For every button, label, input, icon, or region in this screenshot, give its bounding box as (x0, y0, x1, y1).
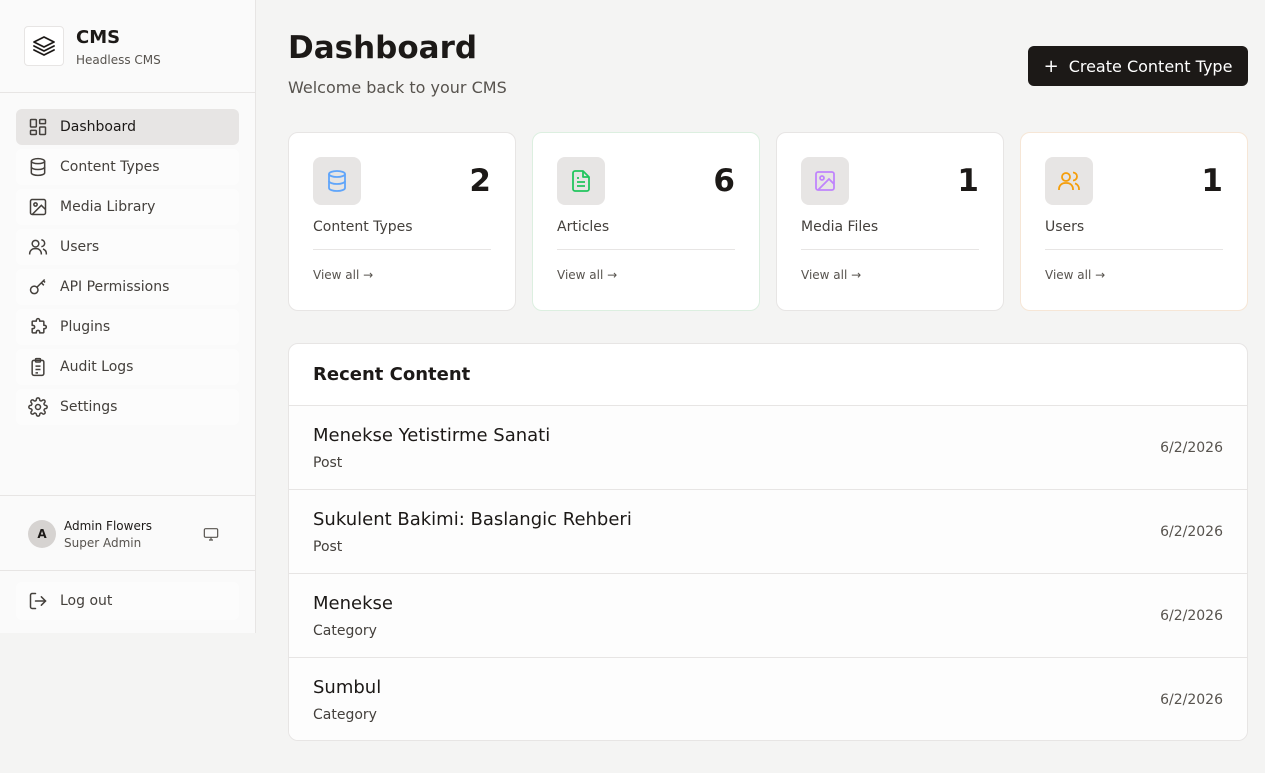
stat-value: 6 (713, 163, 735, 199)
puzzle-icon (28, 317, 48, 337)
sidebar-item-label: Users (60, 239, 100, 255)
sidebar-item-label: Dashboard (60, 119, 136, 135)
stat-card-content-types: 2 Content Types View all → (288, 132, 516, 311)
recent-content-title: Recent Content (313, 364, 471, 385)
list-item[interactable]: Sumbul Category 6/2/2026 (289, 658, 1247, 740)
layers-logo-icon (24, 26, 64, 66)
sidebar-nav: Dashboard Content Types Media Library Us… (16, 109, 239, 429)
dashboard-icon (28, 117, 48, 137)
user-profile: A Admin Flowers Super Admin (0, 495, 255, 571)
content-date: 6/2/2026 (1160, 524, 1223, 540)
monitor-icon[interactable] (201, 525, 221, 543)
plus-icon: + (1043, 55, 1059, 77)
sidebar-item-plugins[interactable]: Plugins (16, 309, 239, 345)
content-type: Post (313, 455, 343, 471)
create-button-label: Create Content Type (1068, 56, 1233, 76)
stat-label: Media Files (801, 219, 879, 235)
view-all-link[interactable]: View all → (1045, 268, 1105, 282)
brand-header: CMS Headless CMS (0, 0, 255, 93)
image-icon (28, 197, 48, 217)
sidebar-item-label: Content Types (60, 159, 160, 175)
stat-card-media-files: 1 Media Files View all → (776, 132, 1004, 311)
sidebar-item-label: Media Library (60, 199, 156, 215)
view-all-link[interactable]: View all → (557, 268, 617, 282)
content-type: Category (313, 623, 377, 639)
database-icon (313, 157, 361, 205)
create-content-type-button[interactable]: + Create Content Type (1028, 46, 1248, 86)
divider (1045, 249, 1223, 250)
stat-card-users: 1 Users View all → (1020, 132, 1248, 311)
list-item[interactable]: Menekse Yetistirme Sanati Post 6/2/2026 (289, 406, 1247, 490)
file-text-icon (557, 157, 605, 205)
list-item[interactable]: Menekse Category 6/2/2026 (289, 574, 1247, 658)
sidebar-item-label: Plugins (60, 319, 111, 335)
divider (557, 249, 735, 250)
sidebar-item-media-library[interactable]: Media Library (16, 189, 239, 225)
sidebar-item-users[interactable]: Users (16, 229, 239, 265)
sidebar-item-audit-logs[interactable]: Audit Logs (16, 349, 239, 385)
sidebar-item-label: Settings (60, 399, 118, 415)
content-date: 6/2/2026 (1160, 440, 1223, 456)
divider (313, 249, 491, 250)
stat-value: 1 (957, 163, 979, 199)
page-subtitle: Welcome back to your CMS (288, 78, 507, 97)
sidebar-item-label: API Permissions (60, 279, 170, 295)
view-all-link[interactable]: View all → (313, 268, 373, 282)
sidebar-item-settings[interactable]: Settings (16, 389, 239, 425)
content-title: Sumbul (313, 677, 382, 698)
users-icon (28, 237, 48, 257)
content-type: Post (313, 539, 343, 555)
view-all-link[interactable]: View all → (801, 268, 861, 282)
content-title: Menekse (313, 593, 393, 614)
brand-title: CMS (76, 27, 121, 48)
stat-card-articles: 6 Articles View all → (532, 132, 760, 311)
content-title: Sukulent Bakimi: Baslangic Rehberi (313, 509, 632, 530)
stat-value: 2 (469, 163, 491, 199)
user-name: Admin Flowers (64, 519, 153, 533)
image-icon (801, 157, 849, 205)
content-title: Menekse Yetistirme Sanati (313, 425, 551, 446)
content-type: Category (313, 707, 377, 723)
sidebar-item-api-permissions[interactable]: API Permissions (16, 269, 239, 305)
content-date: 6/2/2026 (1160, 608, 1223, 624)
stat-label: Content Types (313, 219, 413, 235)
recent-content-panel: Recent Content Menekse Yetistirme Sanati… (288, 343, 1248, 741)
key-icon (28, 277, 48, 297)
stat-label: Articles (557, 219, 610, 235)
logout-label: Log out (60, 593, 113, 609)
sidebar-item-content-types[interactable]: Content Types (16, 149, 239, 185)
clipboard-icon (28, 357, 48, 377)
sidebar: CMS Headless CMS Dashboard Content Types… (0, 0, 256, 633)
users-icon (1045, 157, 1093, 205)
recent-content-header: Recent Content (289, 344, 1247, 406)
sidebar-item-dashboard[interactable]: Dashboard (16, 109, 239, 145)
logout-icon (28, 591, 48, 611)
list-item[interactable]: Sukulent Bakimi: Baslangic Rehberi Post … (289, 490, 1247, 574)
divider (801, 249, 979, 250)
avatar: A (28, 520, 56, 548)
logout-button[interactable]: Log out (16, 582, 239, 620)
stat-label: Users (1045, 219, 1085, 235)
gear-icon (28, 397, 48, 417)
stat-value: 1 (1201, 163, 1223, 199)
page-title: Dashboard (288, 30, 478, 66)
user-role: Super Admin (64, 536, 142, 550)
sidebar-item-label: Audit Logs (60, 359, 134, 375)
brand-subtitle: Headless CMS (76, 53, 161, 67)
content-date: 6/2/2026 (1160, 692, 1223, 708)
database-icon (28, 157, 48, 177)
